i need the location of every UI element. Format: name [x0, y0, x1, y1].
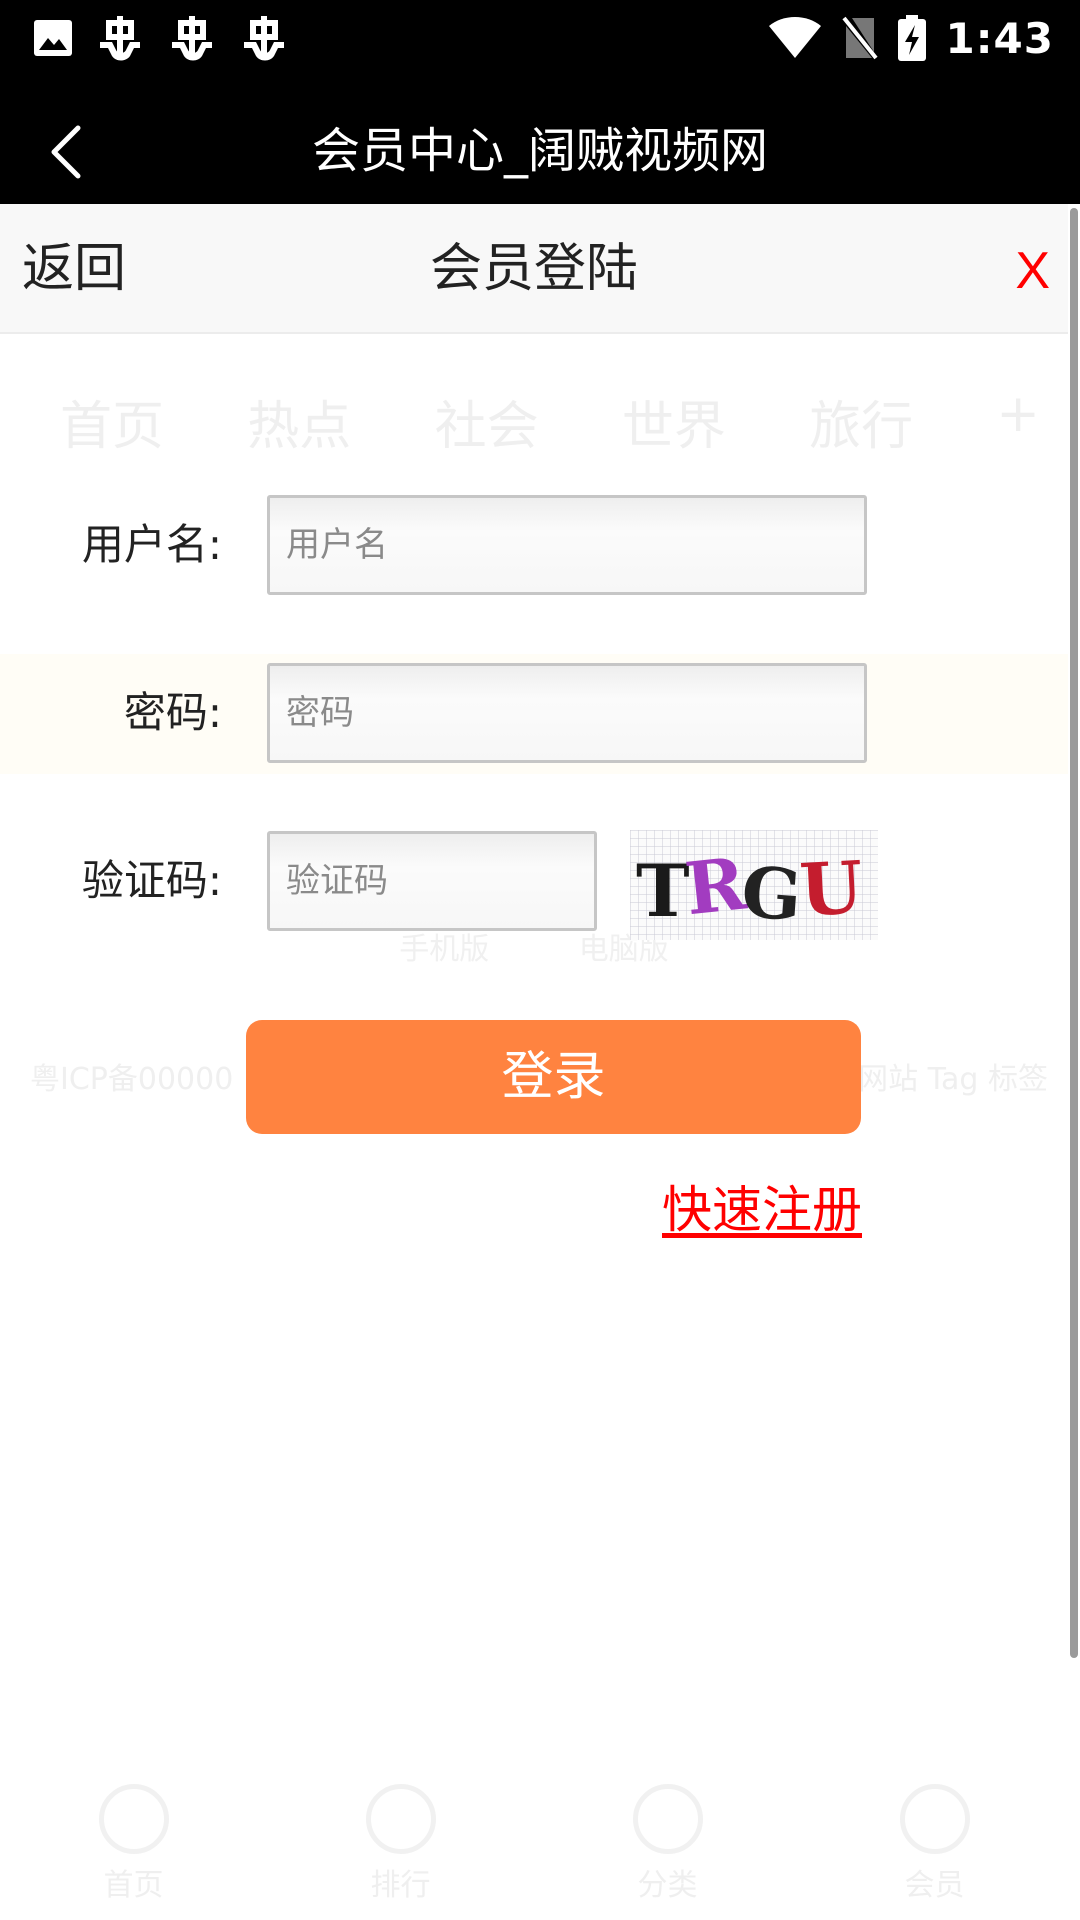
- bg-tab: 首页: [98, 1784, 169, 1904]
- no-sim-icon: [841, 16, 878, 60]
- bg-tab: 排行: [365, 1784, 436, 1904]
- web-content: 首页 热点 社会 世界 旅行 + 手机版 电脑版 粤ICP备00000 网站 T…: [0, 204, 1068, 1920]
- bg-tab-label: 首页: [103, 1868, 164, 1903]
- bg-tab-label: 排行: [370, 1868, 431, 1903]
- bg-tab-label: 分类: [637, 1868, 698, 1903]
- gallery-icon: [34, 20, 72, 56]
- login-title: 会员登陆: [429, 239, 638, 299]
- bg-nav-item: 世界: [621, 397, 726, 457]
- bg-tab: 会员: [899, 1784, 970, 1904]
- captcha-input[interactable]: [267, 831, 597, 931]
- bg-tab-label: 会员: [904, 1868, 965, 1903]
- captcha-label: 验证码:: [81, 856, 222, 905]
- bug-icon: [172, 16, 212, 61]
- close-button[interactable]: X: [1015, 204, 1050, 334]
- bug-icon: [100, 16, 140, 61]
- member-icon: [899, 1784, 970, 1854]
- status-system-icons: 1:43: [768, 12, 1054, 64]
- status-bar: 1:43: [0, 0, 1080, 98]
- scrollbar-thumb[interactable]: [1070, 208, 1078, 1658]
- category-icon: [632, 1784, 703, 1854]
- bg-nav-item: 社会: [434, 397, 539, 457]
- status-notifications: [34, 14, 288, 62]
- status-time: 1:43: [945, 13, 1054, 63]
- captcha-row: 验证码:: [0, 831, 1068, 931]
- bg-footer-right: 网站 Tag 标签: [858, 1062, 1048, 1097]
- bg-nav-item: 首页: [60, 397, 165, 457]
- rank-icon: [365, 1784, 436, 1854]
- username-input[interactable]: [267, 495, 867, 595]
- bug-icon: [244, 16, 284, 61]
- bg-nav-item: +: [996, 384, 1040, 444]
- bg-footer-left: 粤ICP备00000: [30, 1062, 234, 1097]
- app-bar-title: 会员中心_阔贼视频网: [311, 123, 768, 179]
- username-label: 用户名:: [81, 520, 222, 569]
- password-input[interactable]: [267, 663, 867, 763]
- bg-nav-item: 旅行: [809, 397, 914, 457]
- register-link[interactable]: 快速注册: [662, 1170, 862, 1242]
- bg-nav-item: 热点: [247, 397, 352, 457]
- captcha-char: G: [739, 850, 804, 937]
- captcha-char: U: [798, 844, 865, 932]
- username-row: 用户名:: [0, 495, 1068, 595]
- wifi-icon: [768, 17, 821, 58]
- bg-tab: 分类: [632, 1784, 703, 1904]
- app-bar: 会员中心_阔贼视频网: [0, 98, 1080, 204]
- battery-charging-icon: [897, 15, 926, 61]
- login-header: 返回 会员登陆 X: [0, 204, 1068, 334]
- login-button[interactable]: 登录: [246, 1020, 861, 1134]
- background-tabbar: 首页 排行 分类 会员: [0, 1784, 1068, 1904]
- home-icon: [98, 1784, 169, 1854]
- captcha-image[interactable]: T R G U: [630, 830, 878, 940]
- captcha-char: T: [636, 848, 690, 933]
- password-row: 密码:: [0, 663, 1068, 763]
- password-label: 密码:: [123, 688, 222, 737]
- background-nav: 首页 热点 社会 世界 旅行 +: [60, 384, 1040, 459]
- bg-mobile-link: 手机版: [399, 932, 490, 967]
